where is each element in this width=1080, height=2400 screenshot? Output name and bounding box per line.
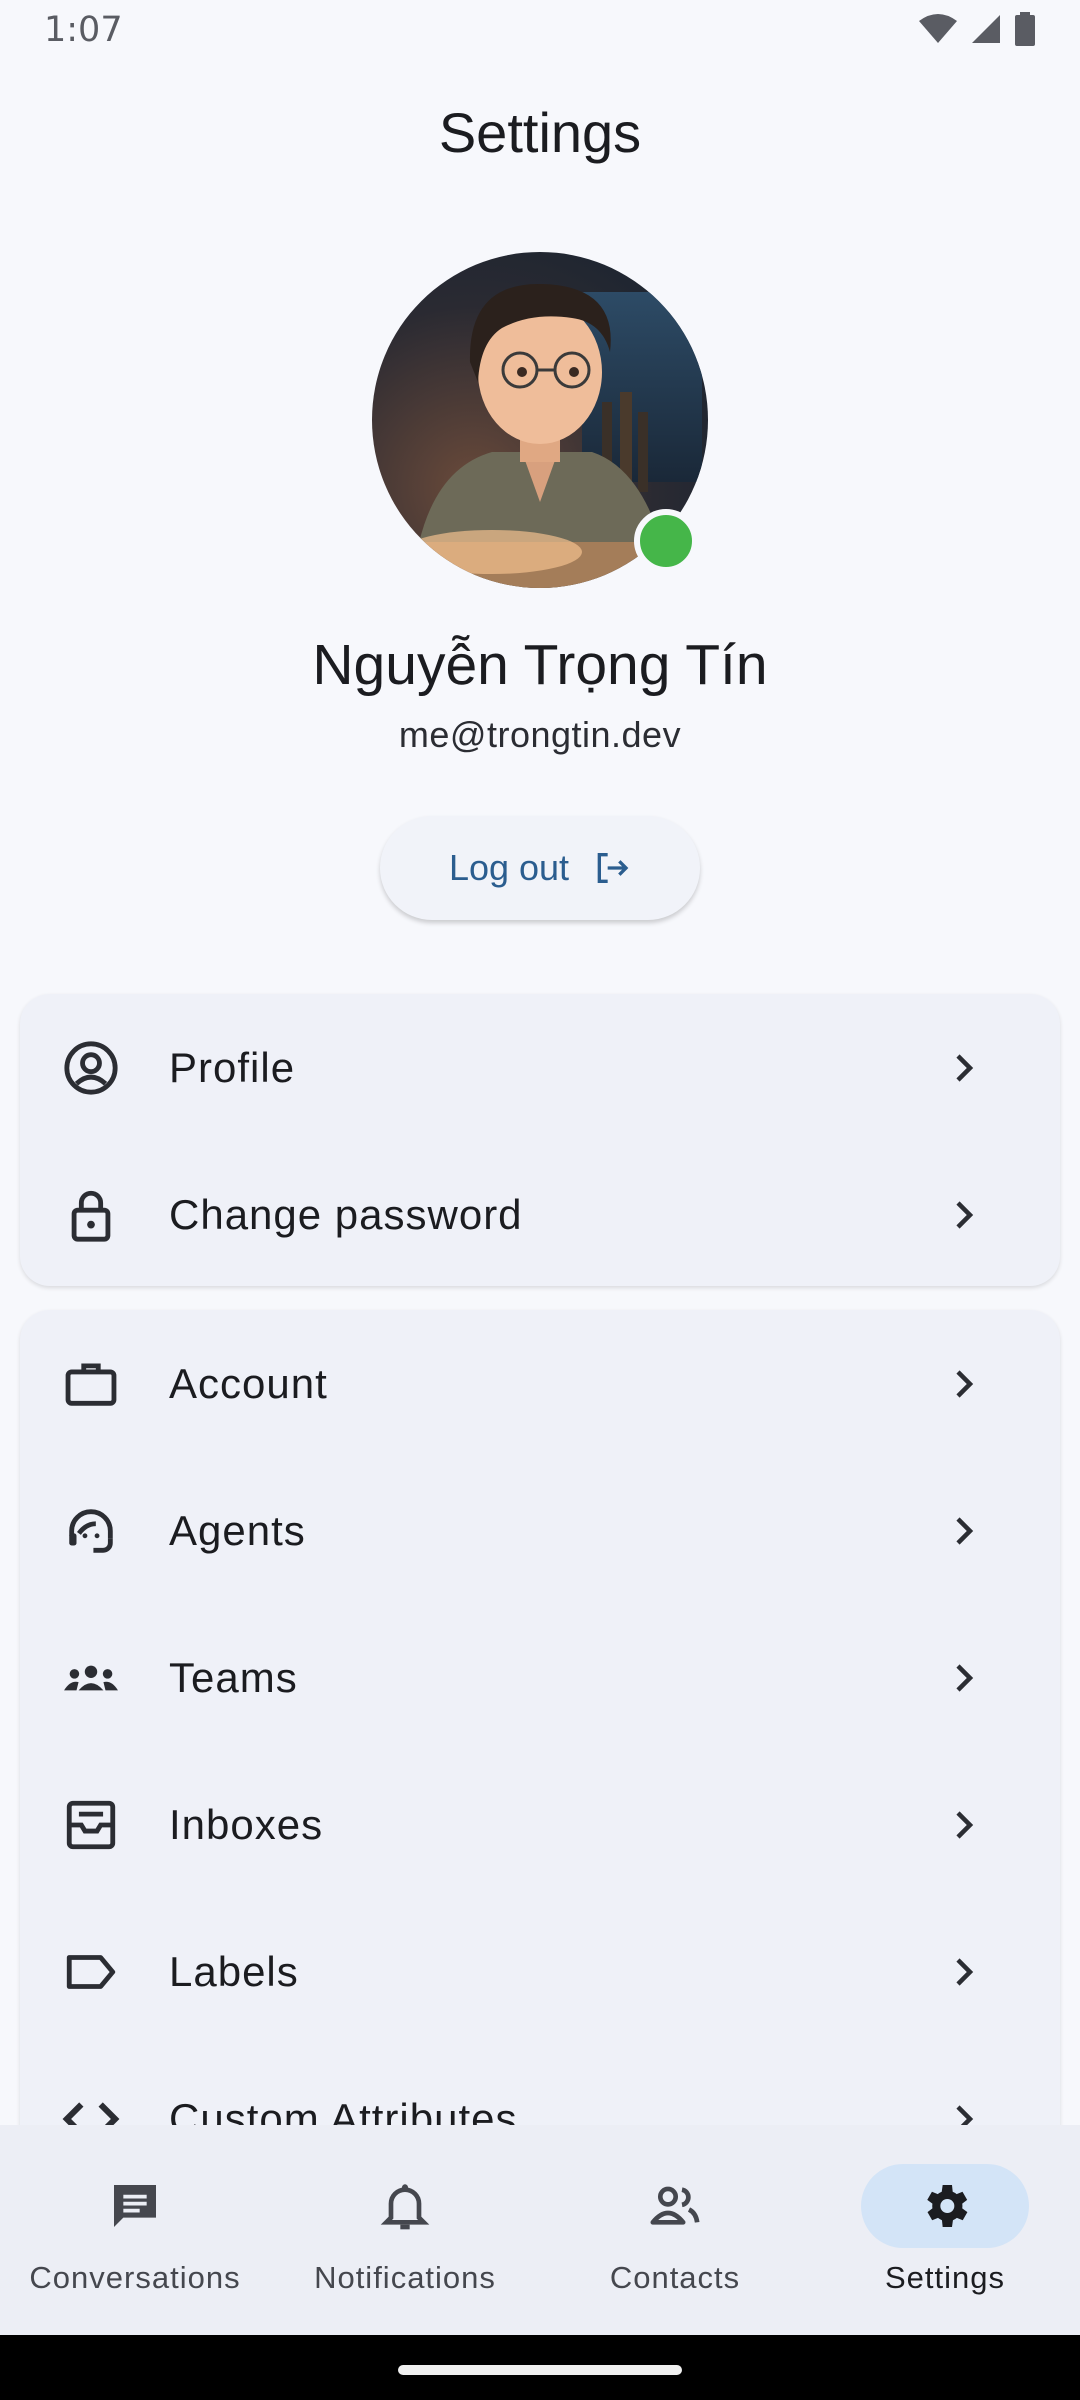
logout-label: Log out [448, 847, 570, 888]
admin-settings-group: Account Agents Teams Inboxes Labels Cust [20, 1310, 1060, 2130]
nav-label: Contacts [609, 2260, 741, 2295]
menu-item-label: Teams [169, 1653, 298, 1701]
nav-label: Settings [884, 2260, 1005, 2295]
groups-icon [62, 1649, 120, 1707]
menu-item-labels[interactable]: Labels [20, 1898, 1060, 2045]
signal-icon [972, 15, 1000, 43]
nav-indicator-active [861, 2164, 1029, 2248]
battery-icon [1015, 12, 1035, 46]
chevron-right-icon [956, 1369, 974, 1398]
nav-contacts[interactable]: Contacts [540, 2125, 810, 2335]
account-settings-group: Profile Change password [20, 994, 1060, 1286]
people-icon [650, 2186, 700, 2225]
menu-item-profile[interactable]: Profile [20, 994, 1060, 1141]
account-circle-icon [62, 1039, 120, 1097]
menu-item-teams[interactable]: Teams [20, 1604, 1060, 1751]
bottom-navigation: Conversations Notifications Contacts Set… [0, 2125, 1080, 2335]
support-agent-icon [62, 1502, 120, 1560]
menu-item-label: Change password [169, 1190, 523, 1238]
user-name: Nguyễn Trọng Tín [312, 633, 768, 697]
menu-item-change-password[interactable]: Change password [20, 1141, 1060, 1286]
menu-item-label: Inboxes [169, 1800, 324, 1848]
user-email: me@trongtin.dev [398, 714, 682, 755]
menu-item-label: Account [169, 1359, 328, 1407]
chevron-right-icon [956, 1053, 974, 1082]
gesture-nav-area [0, 2335, 1080, 2400]
menu-item-label: Profile [169, 1043, 296, 1091]
gear-icon [927, 2185, 968, 2227]
briefcase-icon [62, 1355, 120, 1413]
menu-item-inboxes[interactable]: Inboxes [20, 1751, 1060, 1898]
menu-item-label: Labels [169, 1947, 299, 1995]
chevron-right-icon [956, 1663, 974, 1692]
profile-avatar[interactable] [372, 252, 708, 588]
nav-indicator [51, 2164, 219, 2248]
nav-notifications[interactable]: Notifications [270, 2125, 540, 2335]
bell-icon [380, 2184, 430, 2230]
wifi-icon [919, 14, 957, 43]
chevron-right-icon [956, 1200, 974, 1229]
lock-icon [62, 1186, 120, 1244]
label-icon [62, 1943, 120, 2001]
nav-indicator [321, 2164, 489, 2248]
nav-label: Conversations [29, 2260, 241, 2295]
logout-button[interactable]: Log out [380, 816, 700, 920]
code-icon [62, 2090, 120, 2130]
chevron-right-icon [956, 1810, 974, 1839]
home-gesture-bar[interactable] [398, 2365, 682, 2375]
online-status-indicator [634, 509, 698, 573]
nav-label: Notifications [314, 2260, 496, 2295]
menu-item-custom-attributes[interactable]: Custom Attributes [20, 2045, 1060, 2130]
chevron-right-icon [956, 1957, 974, 1986]
menu-item-account[interactable]: Account [20, 1310, 1060, 1457]
nav-settings[interactable]: Settings [810, 2125, 1080, 2335]
nav-conversations[interactable]: Conversations [0, 2125, 270, 2335]
inbox-icon [62, 1796, 120, 1854]
menu-item-agents[interactable]: Agents [20, 1457, 1060, 1604]
page-title: Settings [438, 101, 642, 164]
status-time: 1:07 [44, 10, 123, 50]
menu-item-label: Agents [169, 1506, 306, 1554]
status-bar: 1:07 [0, 0, 1080, 60]
chat-icon [114, 2185, 156, 2227]
nav-indicator [591, 2164, 759, 2248]
logout-icon [597, 853, 629, 883]
chevron-right-icon [956, 1516, 974, 1545]
